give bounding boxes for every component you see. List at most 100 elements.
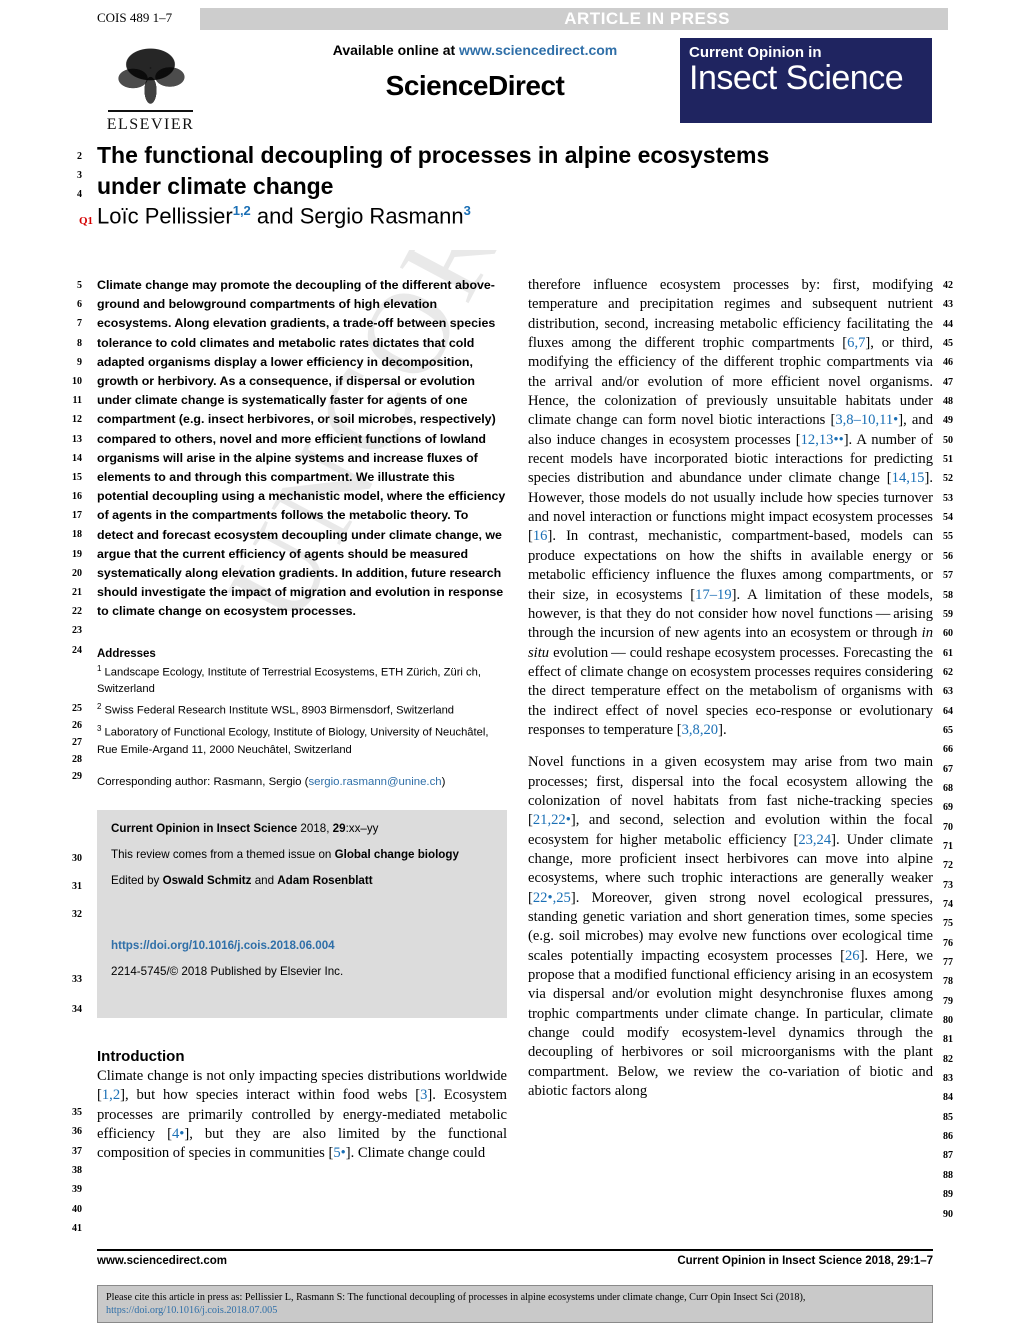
editor-name-1: Oswald Schmitz: [162, 873, 252, 887]
line-number: 49: [943, 415, 953, 427]
citation-reference[interactable]: 12,13••: [801, 432, 844, 448]
journal-citation-pages: :xx–yy: [345, 821, 379, 835]
journal-logo-line2: Insect Science: [689, 59, 904, 97]
author-list: Loïc Pellissier1,2 and Sergio Rasmann3: [97, 203, 471, 229]
journal-logo: Current Opinion in Insect Science: [680, 38, 932, 123]
line-number: 28: [72, 754, 82, 765]
citation-reference[interactable]: 22•,25: [533, 890, 571, 906]
article-in-press-label: ARTICLE IN PRESS: [564, 9, 730, 28]
line-number: 90: [943, 1208, 953, 1220]
citation-reference[interactable]: 3,8,20: [682, 722, 718, 738]
line-number: 16: [72, 491, 82, 503]
footer-journal-name: Current Opinion in Insect Science: [677, 1255, 862, 1267]
line-number: 70: [943, 821, 953, 833]
line-number: 58: [943, 589, 953, 601]
line-number: 56: [943, 550, 953, 562]
line-number: 39: [72, 1184, 82, 1196]
line-number: 11: [72, 395, 82, 407]
address-text: Landscape Ecology, Institute of Terrestr…: [97, 666, 481, 696]
section-heading-introduction: Introduction: [97, 1047, 185, 1065]
journal-citation-title: Current Opinion in Insect Science: [111, 821, 298, 835]
journal-info-box: Current Opinion in Insect Science 2018, …: [97, 809, 507, 1018]
footer-rule: [97, 1249, 933, 1251]
line-number: 22: [72, 606, 82, 618]
line-number: 9: [77, 356, 82, 368]
themed-issue-line: This review comes from a themed issue on…: [111, 848, 493, 861]
line-number: 31: [72, 881, 82, 892]
body-text-run: ]. Here, we propose that a modified func…: [528, 947, 933, 1100]
line-number: 83: [943, 1073, 953, 1085]
line-number: 50: [943, 434, 953, 446]
line-number: 80: [943, 1015, 953, 1027]
line-number: 4: [77, 189, 82, 200]
citation-reference[interactable]: 6,7: [847, 335, 865, 351]
line-number: 64: [943, 705, 953, 717]
line-number: 10: [72, 375, 82, 387]
line-number: 38: [72, 1165, 82, 1177]
themed-issue-prefix: This review comes from a themed issue on: [111, 847, 335, 861]
corresponding-email-link[interactable]: sergio.rasmann@unine.ch: [308, 776, 441, 788]
line-number: 48: [943, 396, 953, 408]
line-number: 67: [943, 763, 953, 775]
citation-reference[interactable]: 5•: [333, 1145, 345, 1161]
citation-reference[interactable]: 3,8–10,11•: [835, 412, 898, 428]
citation-reference[interactable]: 21,22•: [533, 812, 571, 828]
line-number: 73: [943, 879, 953, 891]
line-number: 2: [77, 151, 82, 162]
right-paragraph-1: therefore influence ecosystem processes …: [528, 276, 933, 740]
line-number: 42: [943, 280, 953, 291]
citation-reference[interactable]: 17–19: [695, 587, 731, 603]
line-numbers-introduction: 35 36 37 38 39 40 41: [60, 1103, 82, 1238]
line-number: 72: [943, 860, 953, 872]
line-number: 8: [77, 337, 82, 349]
available-online-prefix: Available online at: [332, 42, 460, 58]
doi-link[interactable]: https://doi.org/10.1016/j.cois.2018.06.0…: [111, 939, 493, 952]
right-column-body: therefore influence ecosystem processes …: [528, 276, 933, 1101]
citation-reference[interactable]: 23,24: [798, 832, 831, 848]
body-text-run: ].: [718, 721, 727, 738]
themed-issue-topic: Global change biology: [334, 847, 459, 861]
available-online-line: Available online at www.sciencedirect.co…: [275, 42, 675, 58]
line-number: 75: [943, 918, 953, 930]
line-number: 85: [943, 1111, 953, 1123]
issn-copyright-line: 2214-5745/© 2018 Published by Elsevier I…: [111, 964, 344, 978]
line-number: 21: [72, 587, 82, 598]
line-number: 5: [77, 280, 82, 291]
addresses-heading: Addresses: [97, 647, 156, 660]
footer-website[interactable]: www.sciencedirect.com: [97, 1255, 227, 1267]
journal-citation-volume: 29: [332, 821, 346, 835]
body-text-run: ], but how species interact within food …: [120, 1087, 421, 1104]
footer-journal-pages: :1–7: [909, 1255, 933, 1267]
line-numbers-addresses: 25 26 27 28 29: [60, 700, 82, 785]
introduction-paragraph-1: Climate change is not only impacting spe…: [97, 1067, 507, 1164]
line-number: 17: [72, 510, 82, 522]
corresponding-suffix: ): [441, 775, 446, 788]
cite-prefix: Please cite this article in press as: Pe…: [106, 1292, 806, 1303]
line-number: 87: [943, 1150, 953, 1162]
line-number: 74: [943, 899, 953, 910]
line-number: 66: [943, 744, 953, 756]
article-in-press-banner: ARTICLE IN PRESS: [200, 8, 948, 30]
edited-by-line: Edited by Oswald Schmitz and Adam Rosenb…: [111, 874, 493, 887]
sciencedirect-link[interactable]: www.sciencedirect.com: [459, 42, 617, 58]
line-number: 44: [943, 318, 953, 330]
line-number: 41: [72, 1223, 82, 1235]
citation-reference[interactable]: 16: [533, 528, 548, 544]
citation-reference[interactable]: 1,2: [102, 1087, 120, 1103]
citation-reference[interactable]: 26: [845, 948, 860, 964]
line-number: 12: [72, 414, 82, 426]
left-column: Climate change may promote the decouplin…: [97, 276, 507, 1177]
citation-reference[interactable]: 14,15: [892, 470, 925, 486]
citation-reference[interactable]: 4•: [172, 1126, 184, 1142]
journal-citation-line: Current Opinion in Insect Science 2018, …: [111, 822, 493, 835]
line-number: 82: [943, 1053, 953, 1065]
cite-doi-link[interactable]: https://doi.org/10.1016/j.cois.2018.07.0…: [106, 1305, 277, 1316]
line-number: 30: [72, 853, 82, 864]
line-number: 60: [943, 628, 953, 640]
article-page: UNCORRECTED PROOF ARTICLE IN PRESS COIS …: [0, 0, 1020, 1323]
right-column: therefore influence ecosystem processes …: [528, 276, 933, 1114]
line-number: 57: [943, 570, 953, 582]
line-number: 6: [77, 299, 82, 311]
line-number: 33: [72, 974, 82, 985]
address-text: Laboratory of Functional Ecology, Instit…: [97, 726, 489, 756]
